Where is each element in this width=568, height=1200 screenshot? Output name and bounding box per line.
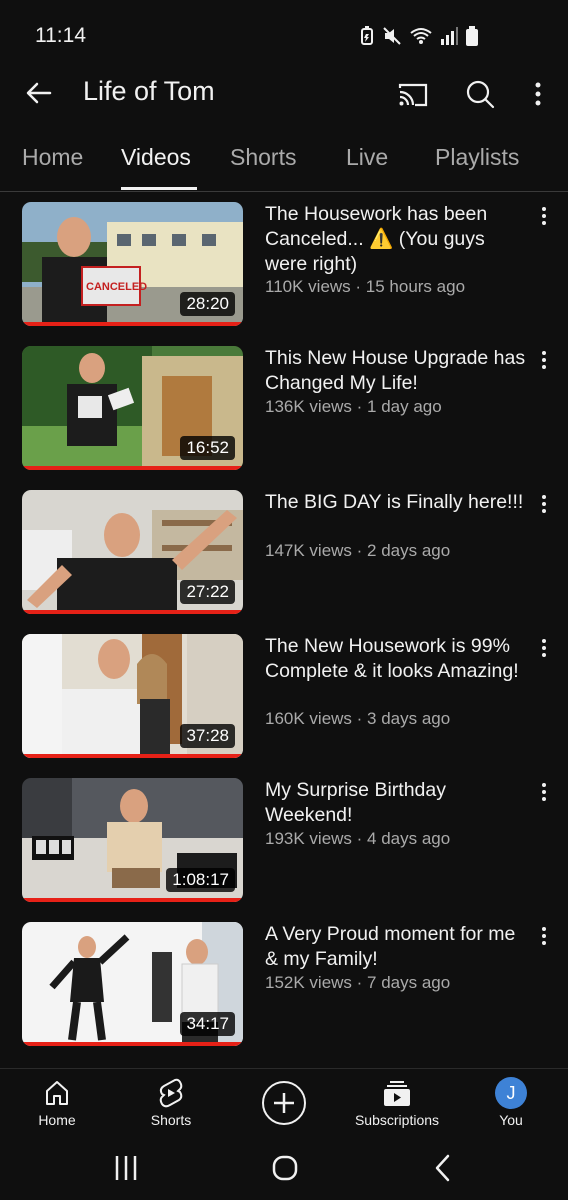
plus-icon — [274, 1093, 294, 1113]
video-more-icon[interactable] — [534, 924, 554, 948]
cast-icon[interactable] — [395, 76, 431, 112]
video-thumbnail[interactable]: CANCELED 28:20 — [22, 202, 243, 326]
video-duration: 1:08:17 — [166, 868, 235, 892]
bottom-nav: Home Shorts Subscriptions J You — [0, 1068, 568, 1138]
watch-progress-bar — [22, 610, 243, 614]
video-item[interactable]: CANCELED 28:20 The Housework has been Ca… — [0, 202, 568, 330]
video-thumbnail[interactable]: 16:52 — [22, 346, 243, 470]
watch-progress-bar — [22, 754, 243, 758]
nav-home-label: Home — [38, 1112, 76, 1128]
status-time: 11:14 — [35, 24, 86, 47]
svg-text:CANCELED: CANCELED — [86, 281, 147, 293]
battery-icon — [466, 26, 478, 46]
nav-subscriptions[interactable]: Subscriptions — [347, 1077, 447, 1128]
nav-subscriptions-label: Subscriptions — [354, 1112, 440, 1128]
wifi-icon — [410, 28, 432, 44]
video-item[interactable]: 34:17 A Very Proud moment for me & my Fa… — [0, 922, 568, 1050]
watch-progress-bar — [22, 322, 243, 326]
tab-playlists[interactable]: Playlists — [435, 144, 519, 171]
active-tab-indicator — [121, 187, 197, 190]
app-bar: Life of Tom — [0, 70, 568, 118]
video-thumbnail[interactable]: 27:22 — [22, 490, 243, 614]
video-duration: 34:17 — [180, 1012, 235, 1036]
channel-title: Life of Tom — [83, 76, 215, 106]
nav-shorts[interactable]: Shorts — [121, 1077, 221, 1128]
back-arrow-icon[interactable] — [22, 76, 56, 110]
video-title[interactable]: The BIG DAY is Finally here!!! — [265, 490, 527, 515]
nav-you[interactable]: J You — [461, 1077, 561, 1128]
video-meta: 147K views · 2 days ago — [265, 541, 451, 560]
tab-home[interactable]: Home — [22, 144, 83, 171]
subscriptions-icon — [384, 1081, 410, 1106]
create-button[interactable] — [262, 1081, 306, 1125]
video-more-icon[interactable] — [534, 348, 554, 372]
tab-videos[interactable]: Videos — [121, 144, 191, 171]
video-item[interactable]: 27:22 The BIG DAY is Finally here!!! 147… — [0, 490, 568, 618]
nav-shorts-label: Shorts — [150, 1112, 192, 1128]
video-duration: 37:28 — [180, 724, 235, 748]
video-meta: 110K views · 15 hours ago — [265, 277, 466, 296]
battery-saver-icon — [361, 26, 373, 45]
video-duration: 27:22 — [180, 580, 235, 604]
video-more-icon[interactable] — [534, 636, 554, 660]
search-icon[interactable] — [462, 76, 498, 112]
video-title[interactable]: The New Housework is 99% Complete & it l… — [265, 634, 527, 684]
watch-progress-bar — [22, 466, 243, 470]
tab-shorts[interactable]: Shorts — [230, 144, 296, 171]
tab-live[interactable]: Live — [346, 144, 388, 171]
more-options-icon[interactable] — [520, 76, 556, 112]
video-meta: 136K views · 1 day ago — [265, 397, 442, 416]
video-title[interactable]: This New House Upgrade has Changed My Li… — [265, 346, 527, 396]
mute-icon — [383, 27, 401, 45]
back-system-icon[interactable] — [432, 1154, 454, 1182]
home-system-icon[interactable] — [271, 1154, 299, 1182]
recent-apps-icon[interactable] — [114, 1154, 138, 1182]
watch-progress-bar — [22, 1042, 243, 1046]
video-title[interactable]: A Very Proud moment for me & my Family! — [265, 922, 527, 972]
video-duration: 28:20 — [180, 292, 235, 316]
status-bar: 11:14 — [0, 0, 568, 70]
channel-tabs: Home Videos Shorts Live Playlists — [0, 130, 568, 192]
video-item[interactable]: 37:28 The New Housework is 99% Complete … — [0, 634, 568, 762]
video-title[interactable]: The Housework has been Canceled... ⚠️ (Y… — [265, 202, 527, 277]
status-icons — [360, 26, 478, 46]
home-icon — [46, 1081, 68, 1105]
video-title[interactable]: My Surprise Birthday Weekend! — [265, 778, 527, 828]
video-item[interactable]: 1:08:17 My Surprise Birthday Weekend! 19… — [0, 778, 568, 906]
video-more-icon[interactable] — [534, 204, 554, 228]
video-meta: 193K views · 4 days ago — [265, 829, 451, 848]
video-thumbnail[interactable]: 34:17 — [22, 922, 243, 1046]
avatar: J — [495, 1077, 527, 1109]
video-duration: 16:52 — [180, 436, 235, 460]
video-more-icon[interactable] — [534, 780, 554, 804]
video-item[interactable]: 16:52 This New House Upgrade has Changed… — [0, 346, 568, 474]
shorts-icon — [159, 1078, 183, 1108]
nav-home[interactable]: Home — [7, 1077, 107, 1128]
system-nav-bar — [0, 1138, 568, 1200]
video-more-icon[interactable] — [534, 492, 554, 516]
video-thumbnail[interactable]: 37:28 — [22, 634, 243, 758]
nav-you-label: You — [499, 1112, 523, 1128]
video-thumbnail[interactable]: 1:08:17 — [22, 778, 243, 902]
signal-icon — [441, 27, 458, 45]
video-meta: 160K views · 3 days ago — [265, 709, 451, 728]
video-meta: 152K views · 7 days ago — [265, 973, 451, 992]
watch-progress-bar — [22, 898, 243, 902]
